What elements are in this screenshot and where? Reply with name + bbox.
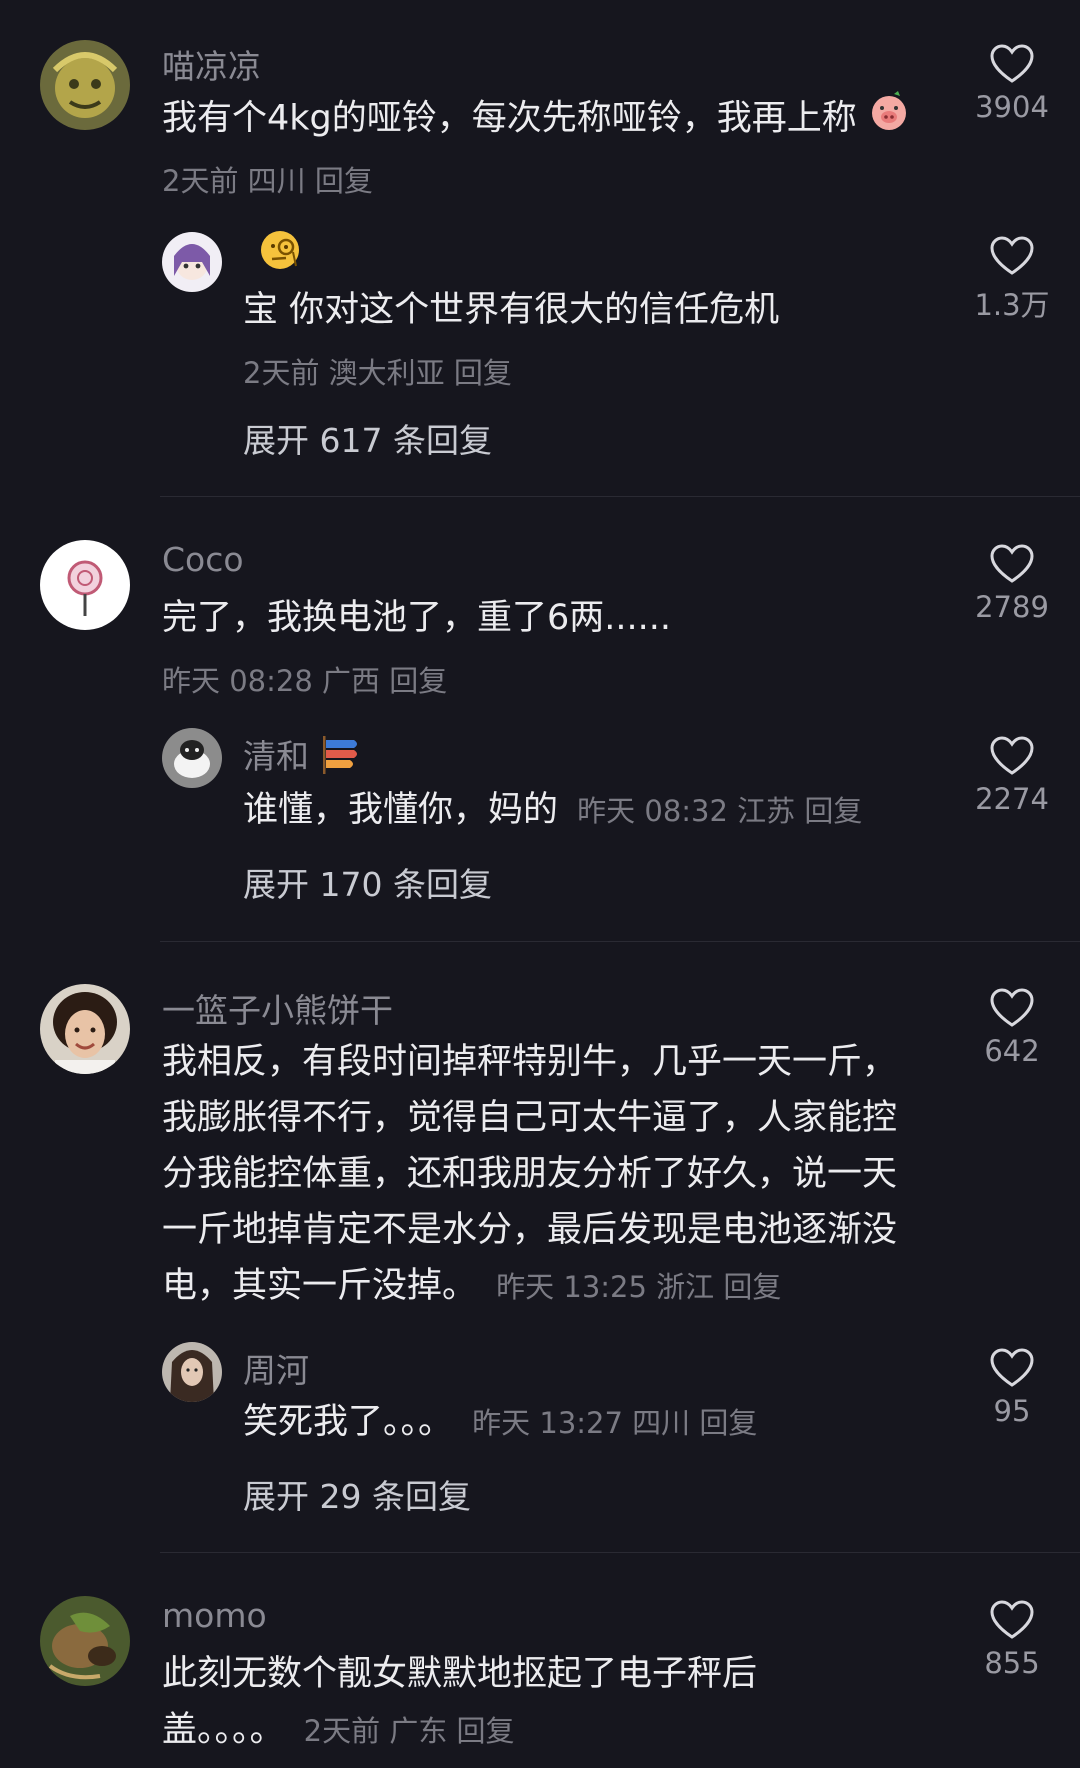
divider <box>160 496 1080 497</box>
comment-text-line: 分我能控体重，还和我朋友分析了好久，说一天 <box>162 1154 898 1194</box>
reply-meta: 昨天 13:27 四川 回复 <box>472 1406 758 1440</box>
comment-meta: 2天前 四川 回复 <box>162 164 373 198</box>
expand-replies-button[interactable]: 展开 29 条回复 <box>243 1470 471 1518</box>
divider <box>160 1552 1080 1553</box>
monocle-face-emoji <box>258 228 302 280</box>
comment-username[interactable]: 一篮子小熊饼干 <box>162 984 393 1032</box>
like-count: 2789 <box>975 590 1049 624</box>
reply-text: 笑死我了。。。 昨天 13:27 四川 回复 <box>243 1402 758 1442</box>
like-button[interactable]: 2789 <box>952 544 1072 624</box>
heart-outline-icon <box>990 1348 1034 1387</box>
comment-username[interactable]: momo <box>162 1596 267 1635</box>
like-count: 642 <box>984 1034 1040 1068</box>
like-count: 95 <box>993 1394 1031 1428</box>
comment-text-line: 电，其实一斤没掉。 昨天 13:25 浙江 回复 <box>162 1266 782 1306</box>
avatar[interactable] <box>40 40 130 130</box>
reply-text: 宝 你对这个世界有很大的信任危机 <box>243 290 780 330</box>
heart-outline-icon <box>990 736 1034 775</box>
comment-text-line: 我膨胀得不行，觉得自己可太牛逼了，人家能控 <box>162 1098 898 1138</box>
reply-emoji-name <box>258 228 302 280</box>
avatar[interactable] <box>40 540 130 630</box>
like-count: 1.3万 <box>974 288 1050 322</box>
avatar[interactable] <box>162 728 222 788</box>
avatar[interactable] <box>162 232 222 292</box>
comment-text: 此刻无数个靓女默默地抠起了电子秤后 盖。。。。 2天前 广东 回复 <box>162 1646 942 1759</box>
comment-username[interactable]: 喵凉凉 <box>162 40 261 88</box>
comment-meta: 昨天 08:28 广西 回复 <box>162 664 448 698</box>
reply-username[interactable]: 周河 <box>243 1344 309 1392</box>
heart-outline-icon <box>990 236 1034 275</box>
like-count: 855 <box>984 1646 1040 1680</box>
comment-text: 我有个4kg的哑铃，每次先称哑铃，我再上称 <box>162 90 962 149</box>
heart-outline-icon <box>990 1600 1034 1639</box>
comment-text-line: 此刻无数个靓女默默地抠起了电子秤后 <box>162 1654 758 1694</box>
divider <box>160 941 1080 942</box>
reply-meta: 昨天 08:32 江苏 回复 <box>577 794 863 828</box>
heart-outline-icon <box>990 544 1034 583</box>
like-button[interactable]: 2274 <box>952 736 1072 816</box>
avatar[interactable] <box>40 1596 130 1686</box>
avatar[interactable] <box>40 984 130 1074</box>
expand-replies-button[interactable]: 展开 170 条回复 <box>243 858 492 906</box>
reply-username[interactable]: 清和 <box>243 730 362 784</box>
like-count: 2274 <box>975 782 1049 816</box>
heart-outline-icon <box>990 44 1034 83</box>
comment-text: 完了，我换电池了，重了6两...... <box>162 598 672 638</box>
like-button[interactable]: 3904 <box>952 44 1072 124</box>
comment-text-line: 一斤地掉肯定不是水分，最后发现是电池逐渐没 <box>162 1210 898 1250</box>
comment-meta: 昨天 13:25 浙江 回复 <box>496 1270 782 1304</box>
pig-face-emoji <box>868 90 910 149</box>
heart-outline-icon <box>990 988 1034 1027</box>
expand-replies-button[interactable]: 展开 617 条回复 <box>243 414 492 462</box>
reply-text: 谁懂，我懂你，妈的 昨天 08:32 江苏 回复 <box>243 790 863 830</box>
comment-text-line: 我相反，有段时间掉秤特别牛，几乎一天一斤， <box>162 1042 898 1082</box>
comment-meta: 2天前 广东 回复 <box>303 1714 515 1748</box>
like-button[interactable]: 95 <box>952 1348 1072 1428</box>
comment-text: 我相反，有段时间掉秤特别牛，几乎一天一斤， 我膨胀得不行，觉得自己可太牛逼了，人… <box>162 1034 942 1315</box>
comment-username[interactable]: Coco <box>162 540 244 579</box>
like-button[interactable]: 855 <box>952 1600 1072 1680</box>
like-button[interactable]: 642 <box>952 988 1072 1068</box>
reply-meta: 2天前 澳大利亚 回复 <box>243 356 512 390</box>
like-count: 3904 <box>975 90 1049 124</box>
avatar[interactable] <box>162 1342 222 1402</box>
carp-streamer-emoji <box>320 734 362 784</box>
comment-text-line: 盖。。。。 2天前 广东 回复 <box>162 1710 515 1750</box>
like-button[interactable]: 1.3万 <box>952 236 1072 324</box>
